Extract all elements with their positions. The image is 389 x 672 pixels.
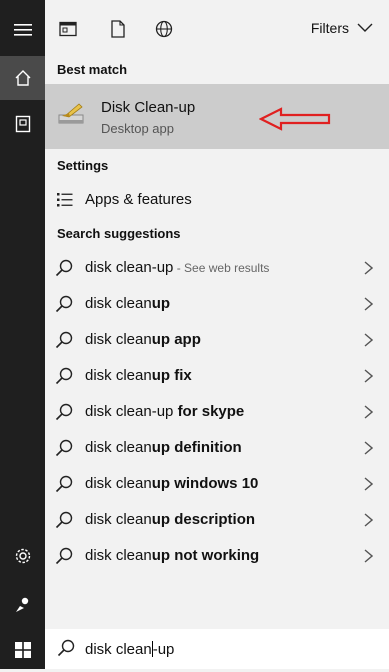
globe-icon bbox=[155, 20, 173, 38]
suggestion-completion: up definition bbox=[151, 439, 242, 456]
menu-icon bbox=[13, 24, 32, 36]
best-match-heading: Best match bbox=[57, 62, 128, 77]
documents-button[interactable] bbox=[0, 102, 45, 146]
chevron-right-icon[interactable] bbox=[364, 549, 373, 563]
search-icon bbox=[55, 367, 73, 385]
suggestion-typed: disk clean-up bbox=[85, 403, 178, 420]
suggestion-typed: disk clean-up bbox=[85, 259, 174, 276]
best-match-item[interactable]: Disk Clean-up Desktop app bbox=[45, 84, 389, 149]
best-match-title: Disk Clean-up bbox=[101, 99, 196, 116]
suggestion-typed: disk clean bbox=[85, 439, 152, 456]
search-suggestions-heading: Search suggestions bbox=[57, 226, 181, 241]
search-icon bbox=[55, 511, 73, 529]
list-icon bbox=[57, 193, 73, 207]
red-arrow-annotation bbox=[259, 107, 331, 131]
search-icon bbox=[57, 639, 75, 657]
suggestion-completion: up bbox=[151, 295, 171, 312]
suggestion-text: disk cleanup windows 10 bbox=[85, 475, 258, 492]
suggestion-item[interactable]: disk clean-up for skype bbox=[45, 394, 389, 430]
chevron-right-icon[interactable] bbox=[364, 513, 373, 527]
search-icon bbox=[55, 403, 73, 421]
user-icon bbox=[15, 597, 28, 612]
chevron-right-icon[interactable] bbox=[364, 405, 373, 419]
search-icon bbox=[55, 295, 73, 313]
chevron-right-icon[interactable] bbox=[364, 261, 373, 275]
chevron-right-icon[interactable] bbox=[364, 441, 373, 455]
suggestion-completion: up fix bbox=[151, 367, 192, 384]
document-icon bbox=[111, 20, 125, 38]
suggestion-completion: up app bbox=[151, 331, 201, 348]
suggestion-text: disk clean-up for skype bbox=[85, 403, 244, 420]
search-query-before: disk clean bbox=[85, 641, 152, 658]
start-button[interactable] bbox=[0, 628, 45, 672]
filter-bar: Filters bbox=[45, 0, 389, 58]
suggestion-item[interactable]: disk cleanup windows 10 bbox=[45, 466, 389, 502]
search-query[interactable]: disk clean-up bbox=[85, 641, 174, 658]
disk-cleanup-icon bbox=[58, 103, 84, 124]
suggestion-item[interactable]: disk cleanup definition bbox=[45, 430, 389, 466]
documents-filter-button[interactable] bbox=[107, 18, 129, 40]
suggestion-text: disk cleanup definition bbox=[85, 439, 242, 456]
suggestion-text: disk cleanup description bbox=[85, 511, 255, 528]
suggestion-typed: disk clean bbox=[85, 331, 152, 348]
suggestion-item[interactable]: disk clean-up - See web results bbox=[45, 250, 389, 286]
search-icon bbox=[55, 259, 73, 277]
user-button[interactable] bbox=[0, 583, 45, 627]
search-query-after: -up bbox=[152, 641, 175, 658]
suggestion-text: disk cleanup not working bbox=[85, 547, 259, 564]
filters-label: Filters bbox=[310, 20, 349, 36]
suggestion-text: disk clean-up - See web results bbox=[85, 259, 269, 276]
suggestion-item[interactable]: disk cleanup app bbox=[45, 322, 389, 358]
app-window-icon bbox=[59, 21, 77, 37]
suggestion-item[interactable]: disk cleanup fix bbox=[45, 358, 389, 394]
apps-filter-button[interactable] bbox=[57, 18, 79, 40]
home-icon bbox=[15, 70, 30, 86]
settings-button[interactable] bbox=[0, 534, 45, 578]
chevron-right-icon[interactable] bbox=[364, 297, 373, 311]
suggestion-text: disk cleanup bbox=[85, 295, 170, 312]
home-button[interactable] bbox=[0, 56, 45, 100]
suggestion-typed: disk clean bbox=[85, 295, 152, 312]
chevron-down-icon bbox=[357, 23, 373, 32]
suggestion-item[interactable]: disk cleanup bbox=[45, 286, 389, 322]
chevron-right-icon[interactable] bbox=[364, 477, 373, 491]
suggestion-completion: for skype bbox=[177, 403, 245, 420]
search-results-panel: Filters Best match Disk Clean-up Desktop… bbox=[45, 0, 389, 629]
apps-features-label: Apps & features bbox=[85, 191, 192, 208]
suggestion-typed: disk clean bbox=[85, 475, 152, 492]
search-box[interactable]: disk clean-up bbox=[45, 629, 389, 669]
chevron-right-icon[interactable] bbox=[364, 369, 373, 383]
documents-icon bbox=[15, 115, 30, 133]
windows-icon bbox=[14, 642, 31, 658]
best-match-subtitle: Desktop app bbox=[101, 121, 174, 136]
apps-features-item[interactable]: Apps & features bbox=[45, 185, 389, 215]
suggestion-text: disk cleanup fix bbox=[85, 367, 192, 384]
search-icon bbox=[55, 331, 73, 349]
chevron-right-icon[interactable] bbox=[364, 333, 373, 347]
suggestion-completion: up windows 10 bbox=[151, 475, 259, 492]
filters-button[interactable]: Filters bbox=[311, 20, 373, 36]
search-icon bbox=[55, 439, 73, 457]
menu-button[interactable] bbox=[0, 8, 45, 52]
suggestion-completion: up not working bbox=[151, 547, 260, 564]
suggestion-completion: up description bbox=[151, 511, 256, 528]
search-icon bbox=[55, 475, 73, 493]
start-rail bbox=[0, 0, 45, 669]
suggestion-typed: disk clean bbox=[85, 511, 152, 528]
suggestion-text: disk cleanup app bbox=[85, 331, 201, 348]
suggestion-typed: disk clean bbox=[85, 367, 152, 384]
settings-heading: Settings bbox=[57, 158, 109, 173]
see-web-results-label: - See web results bbox=[173, 261, 270, 275]
search-icon bbox=[55, 547, 73, 565]
suggestion-typed: disk clean bbox=[85, 547, 152, 564]
web-filter-button[interactable] bbox=[153, 18, 175, 40]
settings-icon bbox=[15, 548, 30, 564]
suggestion-item[interactable]: disk cleanup not working bbox=[45, 538, 389, 574]
suggestion-item[interactable]: disk cleanup description bbox=[45, 502, 389, 538]
